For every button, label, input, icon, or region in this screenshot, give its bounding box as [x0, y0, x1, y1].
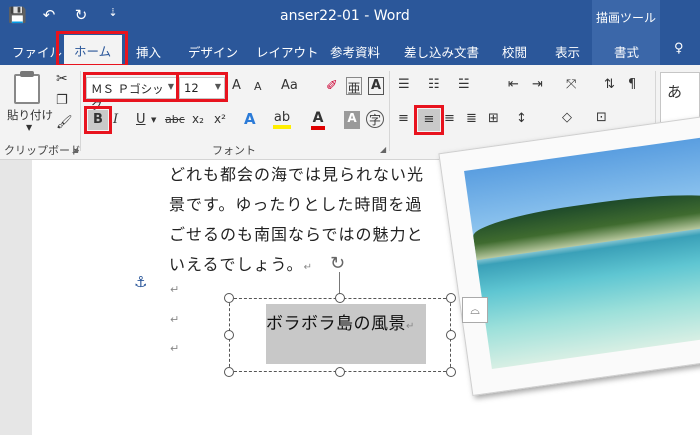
highlight-bold [84, 106, 112, 134]
tab-review[interactable]: 校閲 [502, 42, 527, 61]
font-color-icon[interactable]: A [311, 110, 325, 130]
decrease-indent-icon[interactable]: ⇤ [508, 77, 519, 92]
resize-handle-bl[interactable] [224, 367, 234, 377]
save-icon[interactable]: 💾 [8, 6, 27, 24]
paragraph-mark: ↵ [406, 321, 415, 332]
text-line: 景です。ゆったりとした時間を過 [169, 195, 423, 214]
distributed-icon[interactable]: ⊞ [488, 111, 499, 126]
underline-button[interactable]: U [136, 112, 146, 127]
group-separator [80, 71, 81, 151]
redo-icon[interactable]: ↻ [72, 6, 90, 24]
paste-dropdown-icon[interactable]: ▼ [26, 123, 32, 132]
group-separator [389, 71, 390, 151]
layout-options-icon[interactable]: ⌓ [462, 297, 488, 323]
quick-access-toolbar: 💾 ↶ ↻ ⇣ [8, 6, 122, 24]
character-shading-icon[interactable]: A [344, 111, 360, 129]
resize-handle-tr[interactable] [446, 293, 456, 303]
clipboard-group-label: クリップボード [4, 144, 81, 157]
clipboard-clip-icon [20, 71, 34, 77]
paragraph-mark: ↵ [170, 283, 180, 296]
highlight-font-name [83, 72, 179, 102]
highlight-color-icon[interactable]: ab [273, 110, 291, 129]
bullets-icon[interactable]: ☰ [398, 77, 410, 92]
tab-mailings[interactable]: 差し込み文書 [404, 42, 479, 61]
text-effects-icon[interactable]: A [244, 110, 256, 128]
line-spacing-icon[interactable]: ↕ [516, 111, 527, 126]
justify-icon[interactable]: ≣ [466, 111, 477, 126]
italic-button[interactable]: I [113, 112, 118, 127]
tab-view[interactable]: 表示 [555, 42, 580, 61]
character-border-icon[interactable]: A [368, 77, 384, 95]
undo-icon[interactable]: ↶ [40, 6, 58, 24]
strikethrough-button[interactable]: abc [165, 113, 185, 126]
text-line: いえるでしょう。↵ [169, 255, 313, 274]
subscript-button[interactable]: x₂ [192, 112, 204, 126]
tab-references[interactable]: 参考資料 [330, 42, 380, 61]
align-right-icon[interactable]: ≡ [444, 111, 455, 126]
font-launcher-icon[interactable]: ◢ [380, 145, 386, 154]
enclose-characters-icon[interactable]: 字 [366, 110, 384, 128]
highlight-font-size [176, 72, 228, 102]
photo-frame[interactable] [438, 113, 700, 396]
cut-icon[interactable]: ✂ [56, 71, 68, 87]
text-box-text[interactable]: ボラボラ島の風景↵ [266, 309, 415, 334]
shrink-font-button[interactable]: A [254, 80, 262, 93]
grow-font-button[interactable]: A [232, 78, 241, 93]
align-left-icon[interactable]: ≡ [398, 111, 409, 126]
resize-handle-br[interactable] [446, 367, 456, 377]
title-bar: 💾 ↶ ↻ ⇣ anser22-01 - Word 描画ツール [0, 0, 700, 35]
borders-icon[interactable]: ⊡ [596, 110, 607, 125]
change-case-button[interactable]: Aa [281, 78, 298, 93]
tab-layout[interactable]: レイアウト [256, 42, 319, 61]
phonetic-guide-icon[interactable]: 亜 [346, 77, 362, 97]
rotate-handle-icon[interactable]: ↻ [330, 253, 345, 274]
paragraph-mark: ↵ [303, 262, 313, 273]
beach-photo [464, 134, 700, 370]
resize-handle-t[interactable] [335, 293, 345, 303]
increase-indent-icon[interactable]: ⇥ [532, 77, 543, 92]
show-marks-icon[interactable]: ¶ [628, 77, 636, 92]
multilevel-list-icon[interactable]: ☱ [458, 77, 470, 92]
text-direction-icon[interactable]: ⤧ [566, 77, 576, 92]
format-painter-icon[interactable]: 🖌 [56, 115, 73, 130]
highlight-home-tab [56, 31, 128, 67]
underline-dropdown-icon[interactable]: ▼ [151, 116, 156, 124]
tab-design[interactable]: デザイン [188, 42, 238, 61]
superscript-button[interactable]: x² [214, 112, 226, 126]
resize-handle-b[interactable] [335, 367, 345, 377]
tab-format[interactable]: 書式 [614, 42, 639, 61]
paragraph-mark: ↵ [170, 313, 180, 326]
resize-handle-r[interactable] [446, 330, 456, 340]
tab-insert[interactable]: 挿入 [136, 42, 161, 61]
paste-button[interactable]: 貼り付け [7, 107, 53, 123]
drawing-tools-context: 描画ツール [592, 0, 660, 35]
clear-formatting-icon[interactable]: ✐ [326, 78, 338, 94]
lightbulb-icon[interactable]: ♀ [674, 41, 684, 56]
copy-icon[interactable]: ❐ [56, 93, 68, 108]
paragraph-mark: ↵ [170, 342, 180, 355]
customize-qat-icon[interactable]: ⇣ [104, 6, 122, 24]
rotation-connector [339, 272, 340, 294]
palm-trees [471, 184, 700, 261]
highlight-align-center [414, 105, 444, 135]
paste-icon[interactable] [14, 74, 40, 104]
clipboard-launcher-icon[interactable]: ◢ [72, 145, 78, 154]
sort-icon[interactable]: ⇅ [604, 77, 615, 92]
resize-handle-tl[interactable] [224, 293, 234, 303]
text-line: ごせるのも南国ならではの魅力と [169, 225, 424, 244]
tab-file[interactable]: ファイル [12, 42, 62, 61]
style-sample: あ [667, 83, 683, 101]
text-line: どれも都会の海では見られない光 [169, 165, 425, 184]
anchor-icon[interactable]: ⚓ [134, 273, 147, 291]
numbering-icon[interactable]: ☷ [428, 77, 440, 92]
font-group-label: フォント [212, 144, 256, 157]
resize-handle-l[interactable] [224, 330, 234, 340]
document-title: anser22-01 - Word [280, 8, 410, 24]
shading-icon[interactable]: ◇ [562, 110, 572, 125]
document-body[interactable]: どれも都会の海では見られない光 景です。ゆったりとした時間を過 ごせるのも南国な… [169, 160, 439, 283]
